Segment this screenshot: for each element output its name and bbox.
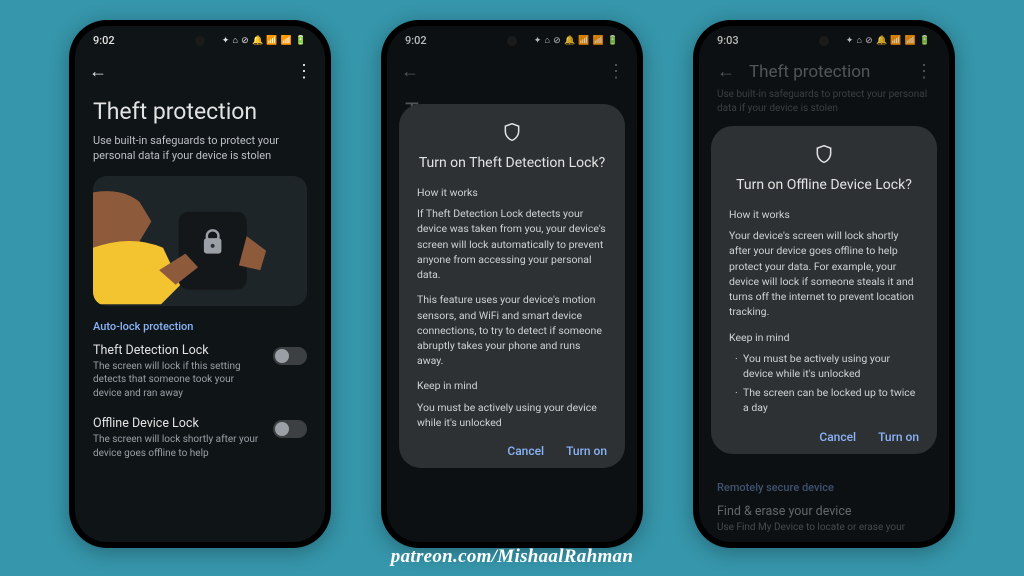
back-icon[interactable]: ← <box>89 61 107 82</box>
confirm-button[interactable]: Turn on <box>566 444 607 458</box>
section-remote: Remotely secure device <box>717 481 931 494</box>
phone-2: 9:02 ✦ ⌂ ⊘ 🔔 📶 📶 🔋 ← ⋮ T U Offline Devic… <box>381 20 643 548</box>
dialog-p2: This feature uses your device's motion s… <box>417 292 607 368</box>
dialog-p1: If Theft Detection Lock detects your dev… <box>417 206 607 282</box>
dialog-offline-lock: Turn on Offline Device Lock? How it work… <box>711 126 937 454</box>
setting-find-erase: Find & erase your device Use Find My Dev… <box>717 504 931 535</box>
phone-3: 9:03 ✦ ⌂ ⊘ 🔔 📶 📶 🔋 ← Theft protection ⋮ … <box>693 20 955 548</box>
page-subtitle: Use built-in safeguards to protect your … <box>93 133 307 164</box>
dialog-theft-detection: Turn on Theft Detection Lock? How it wor… <box>399 104 625 468</box>
dialog-keep-head: Keep in mind <box>729 330 919 345</box>
dialog-bullet-2: The screen can be locked up to twice a d… <box>735 385 919 415</box>
dialog-keep-head: Keep in mind <box>417 378 607 393</box>
cancel-button[interactable]: Cancel <box>819 430 856 444</box>
attribution: patreon.com/MishaalRahman <box>0 546 1024 568</box>
dialog-p3: You must be actively using your device w… <box>417 400 607 430</box>
dialog-bullet-1: You must be actively using your device w… <box>735 351 919 381</box>
shield-icon <box>729 144 919 169</box>
setting-theft-detection[interactable]: Theft Detection Lock The screen will loc… <box>93 343 307 401</box>
status-bar: 9:02 ✦ ⌂ ⊘ 🔔 📶 📶 🔋 <box>75 26 325 51</box>
illustration <box>93 176 307 306</box>
page-title: Theft protection <box>93 98 307 125</box>
dialog-how-head: How it works <box>729 207 919 222</box>
toggle-theft-detection[interactable] <box>273 347 307 365</box>
phone-1: 9:02 ✦ ⌂ ⊘ 🔔 📶 📶 🔋 ← ⋮ Theft protection … <box>69 20 331 548</box>
overflow-icon[interactable]: ⋮ <box>295 61 311 82</box>
status-icons: ✦ ⌂ ⊘ 🔔 📶 📶 🔋 <box>222 35 307 46</box>
confirm-button[interactable]: Turn on <box>878 430 919 444</box>
setting-title: Offline Device Lock <box>93 416 263 431</box>
dialog-p1: Your device's screen will lock shortly a… <box>729 228 919 319</box>
shield-icon <box>417 122 607 147</box>
dialog-how-head: How it works <box>417 185 607 200</box>
cancel-button[interactable]: Cancel <box>507 444 544 458</box>
setting-desc: The screen will lock if this setting det… <box>93 360 263 401</box>
setting-title: Theft Detection Lock <box>93 343 263 358</box>
section-autolock: Auto-lock protection <box>93 320 307 333</box>
clock: 9:02 <box>93 34 115 47</box>
setting-desc: The screen will lock shortly after your … <box>93 433 263 460</box>
setting-offline-lock[interactable]: Offline Device Lock The screen will lock… <box>93 416 307 460</box>
toggle-offline-lock[interactable] <box>273 420 307 438</box>
dialog-title: Turn on Offline Device Lock? <box>729 177 919 193</box>
dialog-title: Turn on Theft Detection Lock? <box>417 155 607 171</box>
